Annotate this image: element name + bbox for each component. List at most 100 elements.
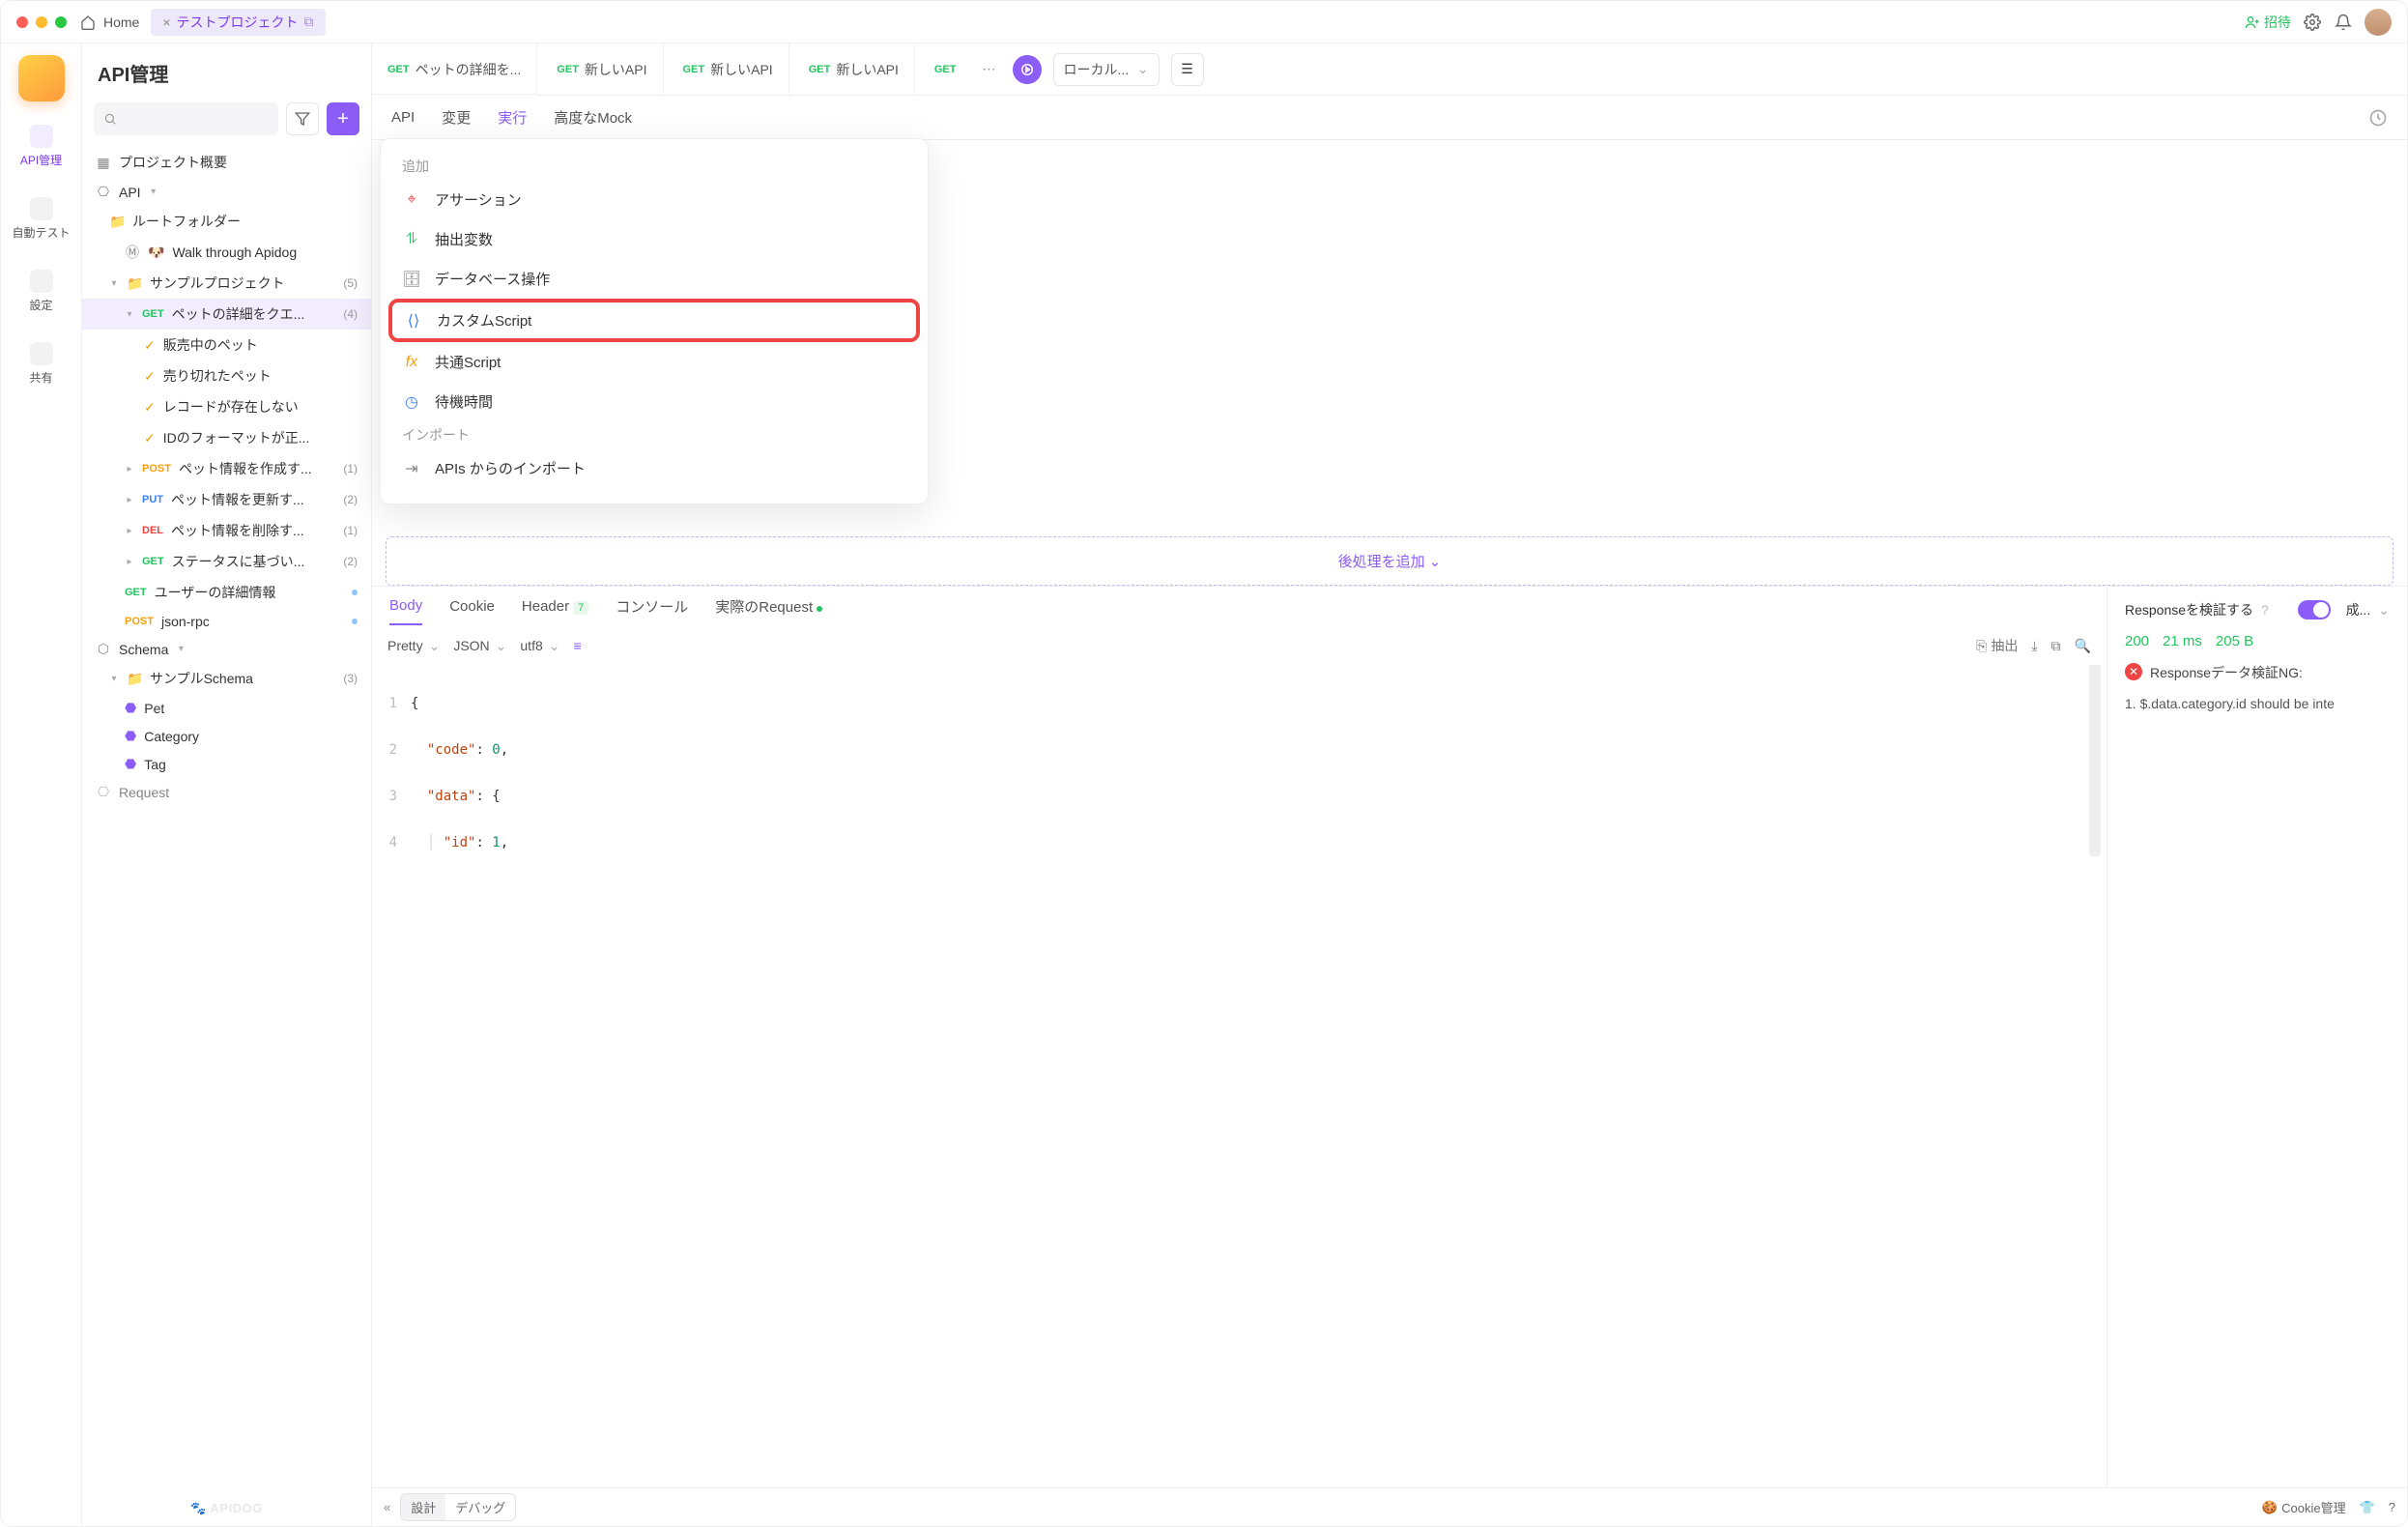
tab-3[interactable]: GET新しいAPI: [668, 43, 789, 95]
schema-pet[interactable]: ⬣Pet: [82, 694, 371, 722]
history-icon[interactable]: [2368, 108, 2388, 128]
resptab-actual[interactable]: 実際のRequest: [715, 596, 822, 626]
extract-icon: ⥮: [402, 230, 421, 249]
invite-button[interactable]: 招待: [2245, 13, 2291, 32]
item-wait[interactable]: ◷待機時間: [388, 382, 920, 421]
home-label: Home: [103, 14, 139, 30]
subtab-mock[interactable]: 高度なMock: [554, 98, 632, 137]
schema-root[interactable]: ⬡Schema▾: [82, 635, 371, 663]
response-stats: 200 21 ms 205 B: [2125, 633, 2390, 649]
sample-project-folder[interactable]: ▾📁サンプルプロジェクト(5): [82, 268, 371, 299]
walk-through[interactable]: Ⓜ🐶Walk through Apidog: [82, 237, 371, 268]
item-database[interactable]: 🗄データベース操作: [388, 259, 920, 299]
resptab-console[interactable]: コンソール: [616, 596, 688, 626]
validate-toggle[interactable]: [2298, 600, 2331, 619]
maximize-window[interactable]: [55, 16, 67, 28]
help-icon[interactable]: ?: [2261, 602, 2269, 618]
hamburger-button[interactable]: ☰: [1171, 53, 1204, 86]
format-select[interactable]: JSON ⌄: [453, 638, 506, 654]
environment-select[interactable]: ローカル...⌄: [1053, 53, 1160, 86]
request-root[interactable]: ⎔Request: [82, 778, 371, 806]
item-common-script[interactable]: fx共通Script: [388, 342, 920, 382]
tabs-more[interactable]: ⋯: [976, 61, 1003, 77]
mode-segment[interactable]: 設計 デバッグ: [400, 1493, 516, 1521]
subtab-change[interactable]: 変更: [442, 98, 471, 137]
copy-icon[interactable]: ⧉: [2051, 638, 2061, 654]
app-logo[interactable]: [18, 55, 65, 101]
api-get-user[interactable]: GETユーザーの詳細情報: [82, 577, 371, 608]
case-no-record[interactable]: ✓レコードが存在しない: [82, 391, 371, 422]
subtab-api[interactable]: API: [391, 100, 415, 135]
api-get-pet[interactable]: ▾GETペットの詳細をクエ...(4): [82, 299, 371, 330]
item-custom-script[interactable]: ⟨⟩カスタムScript: [388, 299, 920, 342]
extract-button[interactable]: ⎘抽出: [1976, 636, 2018, 655]
case-sold-out[interactable]: ✓売り切れたペット: [82, 360, 371, 391]
external-link-icon: ⧉: [304, 14, 314, 30]
sample-schema[interactable]: ▾📁サンプルSchema(3): [82, 663, 371, 694]
help-icon[interactable]: ?: [2389, 1500, 2395, 1514]
minimap[interactable]: [2089, 665, 2101, 856]
view-mode-select[interactable]: Pretty ⌄: [387, 638, 440, 654]
api-root[interactable]: ⎔API▾: [82, 178, 371, 206]
resptab-body[interactable]: Body: [389, 597, 422, 625]
rail-share[interactable]: 共有: [1, 336, 81, 391]
close-window[interactable]: [16, 16, 28, 28]
rail-settings[interactable]: 設定: [1, 264, 81, 319]
minimize-window[interactable]: [36, 16, 47, 28]
mode-design[interactable]: 設計: [401, 1494, 445, 1520]
item-import-from-api[interactable]: ⇥APIs からのインポート: [388, 448, 920, 488]
tab-1[interactable]: GETペットの詳細を...: [372, 43, 537, 95]
tshirt-icon[interactable]: 👕: [2360, 1500, 2375, 1515]
search-icon[interactable]: 🔍: [2075, 638, 2091, 654]
bolt-icon: ✓: [144, 337, 156, 354]
resptab-cookie[interactable]: Cookie: [449, 598, 495, 624]
root-folder[interactable]: 📁ルートフォルダー: [82, 206, 371, 237]
run-button[interactable]: [1013, 55, 1042, 84]
rail-api[interactable]: API管理: [1, 119, 81, 174]
case-on-sale[interactable]: ✓販売中のペット: [82, 330, 371, 360]
tab-4[interactable]: GET新しいAPI: [793, 43, 915, 95]
project-overview[interactable]: ▦プロジェクト概要: [82, 147, 371, 178]
search-icon: [103, 112, 117, 126]
close-tab-icon[interactable]: ×: [162, 14, 170, 30]
schema-tag[interactable]: ⬣Tag: [82, 750, 371, 778]
save-icon[interactable]: ⤓: [2031, 638, 2037, 654]
search-input[interactable]: [94, 102, 278, 135]
clock-icon: ◷: [402, 392, 421, 412]
subtab-run[interactable]: 実行: [498, 98, 527, 137]
chevron-down-icon: ▾: [125, 309, 134, 320]
cube-icon: ⬣: [125, 700, 136, 716]
database-icon: 🗄: [402, 270, 421, 289]
add-post-processor[interactable]: 後処理を追加 ⌄: [386, 536, 2394, 586]
encoding-select[interactable]: utf8 ⌄: [520, 638, 559, 654]
api-del-pet[interactable]: ▸DELペット情報を削除す...(1): [82, 515, 371, 546]
project-tab[interactable]: × テストプロジェクト ⧉: [151, 9, 325, 36]
item-extract[interactable]: ⥮抽出変数: [388, 219, 920, 259]
api-get-status[interactable]: ▸GETステータスに基づい...(2): [82, 546, 371, 577]
wrap-icon[interactable]: ≡: [573, 638, 581, 653]
item-assertion[interactable]: ⌖アサーション: [388, 180, 920, 219]
cookie-manage[interactable]: 🍪Cookie管理: [2262, 1498, 2346, 1516]
avatar[interactable]: [2365, 9, 2392, 36]
request-icon: ⎔: [96, 784, 111, 800]
tab-2[interactable]: GET新しいAPI: [541, 43, 663, 95]
resptab-header[interactable]: Header7: [522, 598, 588, 624]
case-id-format[interactable]: ✓IDのフォーマットが正...: [82, 422, 371, 453]
status-label[interactable]: 成...: [2346, 600, 2371, 619]
chevron-down-icon: ⌄: [1137, 61, 1149, 77]
api-post-pet[interactable]: ▸POSTペット情報を作成す...(1): [82, 453, 371, 484]
add-button[interactable]: +: [327, 102, 359, 135]
api-post-jsonrpc[interactable]: POSTjson-rpc: [82, 608, 371, 635]
collapse-icon[interactable]: «: [384, 1500, 390, 1514]
gear-icon[interactable]: [2303, 13, 2322, 32]
mode-debug[interactable]: デバッグ: [445, 1494, 515, 1520]
rail-autotest[interactable]: 自動テスト: [1, 191, 81, 246]
bell-icon[interactable]: [2334, 13, 2353, 32]
schema-category[interactable]: ⬣Category: [82, 722, 371, 750]
api-put-pet[interactable]: ▸PUTペット情報を更新す...(2): [82, 484, 371, 515]
filter-button[interactable]: [286, 102, 319, 135]
response-tabs: Body Cookie Header7 コンソール 実際のRequest: [372, 587, 2107, 626]
home-button[interactable]: Home: [78, 13, 139, 32]
tab-5[interactable]: GET: [919, 43, 972, 95]
response-body[interactable]: 1{ 2 "code": 0, 3 "data": { 4 │ "id": 1,: [372, 665, 2107, 905]
